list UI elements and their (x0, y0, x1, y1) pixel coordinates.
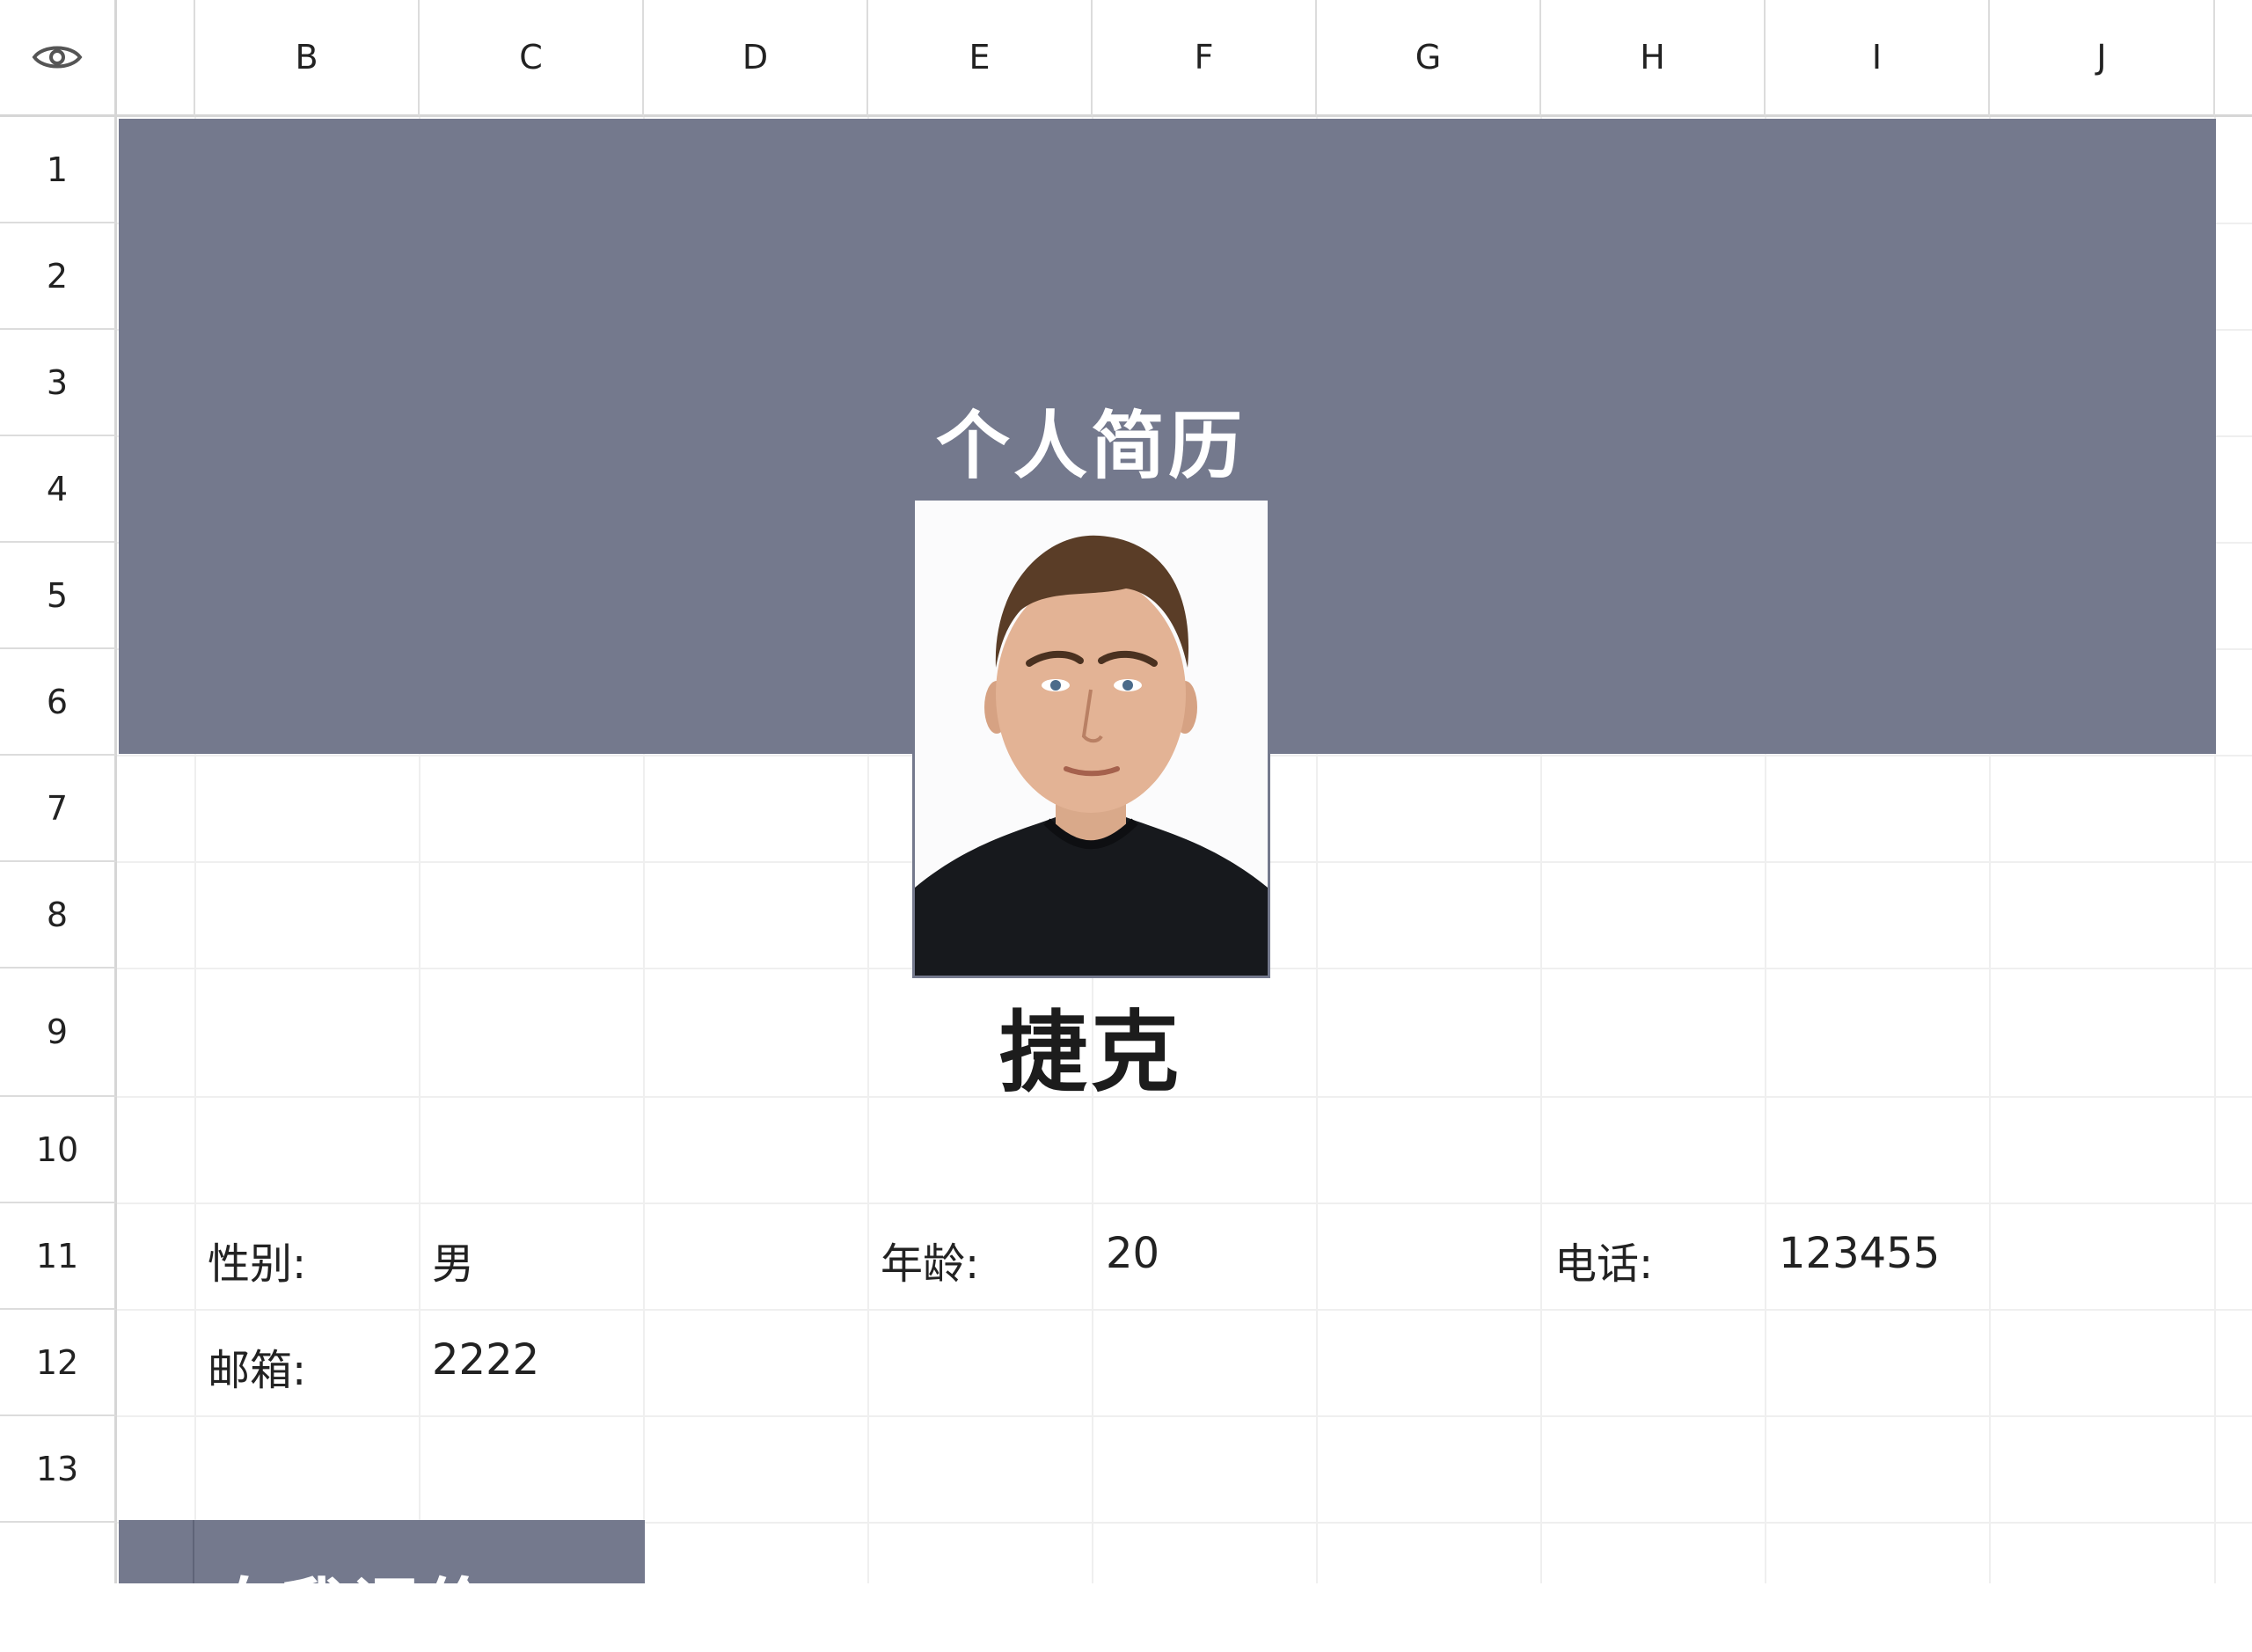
column-header-b[interactable]: B (195, 0, 420, 117)
row-header-3[interactable]: 3 (0, 330, 117, 436)
age-label[interactable]: 年龄: (881, 1229, 979, 1290)
column-header-j[interactable]: J (1990, 0, 2215, 117)
age-value[interactable]: 20 (1106, 1229, 1159, 1278)
column-header-d[interactable]: D (644, 0, 868, 117)
row-header-1[interactable]: 1 (0, 117, 117, 223)
eye-icon (32, 46, 83, 69)
row-header-7[interactable]: 7 (0, 756, 117, 862)
row-header-6[interactable]: 6 (0, 649, 117, 756)
row-header-8[interactable]: 8 (0, 862, 117, 969)
row-header-9[interactable]: 9 (0, 969, 117, 1097)
row-header-5[interactable]: 5 (0, 543, 117, 649)
column-header-e[interactable]: E (868, 0, 1093, 117)
phone-value[interactable]: 123455 (1779, 1229, 1940, 1278)
row-header-13[interactable]: 13 (0, 1416, 117, 1523)
grid-line (117, 1309, 2252, 1311)
email-label[interactable]: 邮箱: (208, 1335, 306, 1397)
section-divider (193, 1520, 194, 1583)
column-header-i[interactable]: I (1766, 0, 1990, 117)
column-header-f[interactable]: F (1093, 0, 1317, 117)
column-header-c[interactable]: C (420, 0, 644, 117)
visibility-toggle[interactable] (0, 0, 117, 117)
row-header-2[interactable]: 2 (0, 223, 117, 330)
row-header-4[interactable]: 4 (0, 436, 117, 543)
column-header-h[interactable]: H (1541, 0, 1766, 117)
gender-value[interactable]: 男 (432, 1229, 474, 1290)
column-header-a[interactable] (117, 0, 195, 117)
gender-label[interactable]: 性别: (208, 1229, 306, 1290)
row-header-11[interactable]: 11 (0, 1203, 117, 1310)
self-evaluation-title[interactable]: 自我评价 (211, 1555, 493, 1652)
column-header-g[interactable]: G (1317, 0, 1541, 117)
row-header-10[interactable]: 10 (0, 1097, 117, 1203)
resume-title[interactable]: 个人简历 (792, 387, 1390, 493)
email-value[interactable]: 2222 (432, 1335, 539, 1385)
profile-photo[interactable] (912, 498, 1270, 978)
row-header-14[interactable] (0, 1523, 117, 1583)
column-header-k[interactable] (2215, 0, 2252, 117)
grid-line (117, 1415, 2252, 1417)
phone-label[interactable]: 电话: (1554, 1229, 1653, 1290)
resume-name[interactable]: 捷克 (915, 981, 1267, 1108)
row-header-12[interactable]: 12 (0, 1310, 117, 1416)
grid-line (117, 1202, 2252, 1204)
